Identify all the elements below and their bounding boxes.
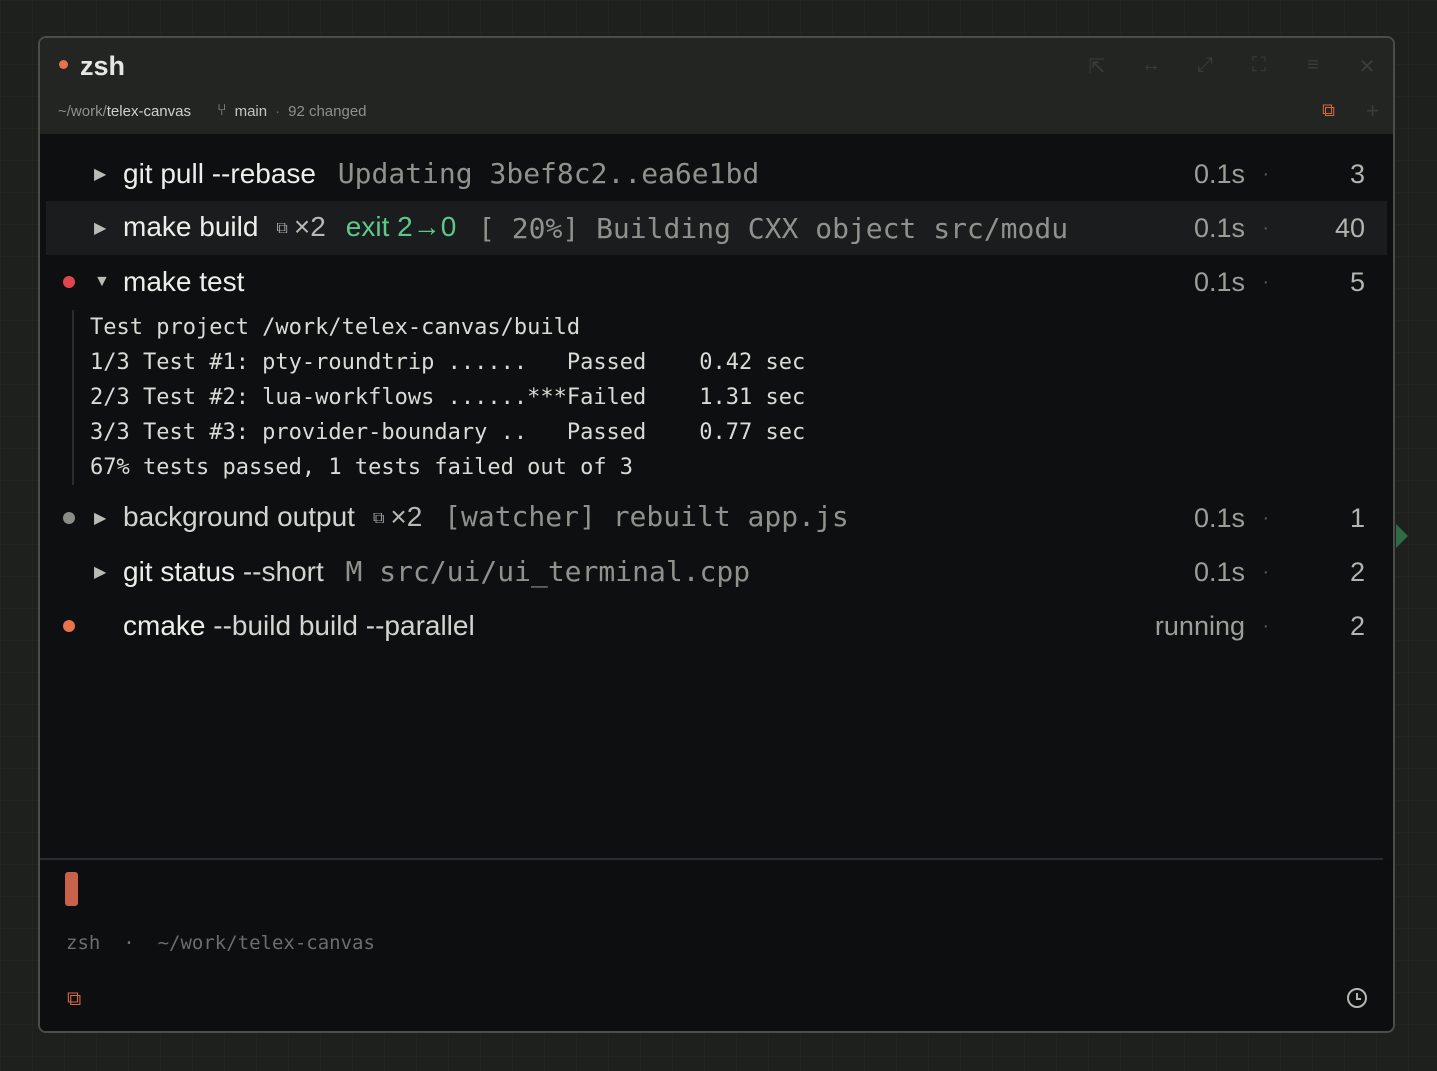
- window-controls: ⇱ ↔ ⤢ ⛶ ≡ ✕: [1085, 54, 1379, 79]
- output-preview: Updating 3bef8c2..ea6e1bd: [337, 157, 760, 190]
- prompt-info: zsh · ~/work/telex-canvas: [66, 932, 375, 954]
- command-text: git status: [123, 556, 236, 587]
- run-status: running: [1154, 610, 1245, 641]
- command-text: cmake: [123, 610, 206, 641]
- collapse-arrow-icon[interactable]: ▼: [94, 273, 110, 291]
- duration: 0.1s: [1193, 502, 1245, 533]
- output-line: 3/3 Test #3: provider-boundary .. Passed…: [90, 420, 806, 445]
- exit-status: exit 2→0: [345, 211, 457, 242]
- repeat-count: ×2: [293, 211, 326, 242]
- history-clock-icon[interactable]: [1347, 988, 1367, 1008]
- command-text: background output: [123, 501, 355, 532]
- prompt-cwd: ~/work/telex-canvas: [157, 932, 375, 954]
- path-prefix: ~/work/: [58, 102, 107, 120]
- command-text: make test: [123, 266, 245, 297]
- separator: ·: [123, 932, 135, 954]
- command-text: make build: [123, 211, 259, 242]
- duration: 0.1s: [1193, 556, 1245, 587]
- failed-status-dot: [63, 276, 75, 288]
- command-row[interactable]: ▶ git pull --rebase Updating 3bef8c2..ea…: [46, 147, 1387, 201]
- path-name[interactable]: telex-canvas: [107, 103, 191, 120]
- output-line: 67% tests passed, 1 tests failed out of …: [90, 455, 634, 480]
- expand-arrow-icon[interactable]: ▶: [94, 562, 106, 582]
- expand-arrow-icon[interactable]: ▶: [94, 218, 106, 238]
- shell-name: zsh: [66, 932, 101, 954]
- line-count: 40: [1334, 212, 1365, 243]
- duplicate-icon: ⧉: [276, 220, 288, 237]
- output-line: 1/3 Test #1: pty-roundtrip ...... Passed…: [90, 350, 806, 375]
- line-count: 2: [1349, 556, 1365, 587]
- terminal-window: zsh ⇱ ↔ ⤢ ⛶ ≡ ✕ ~/work/telex-canvas ⑂ ma…: [38, 36, 1395, 1033]
- separator: ·: [275, 102, 281, 120]
- prompt-input-area[interactable]: zsh · ~/work/telex-canvas ⧉: [40, 860, 1393, 1031]
- line-count: 2: [1349, 610, 1365, 641]
- split-icon[interactable]: ↔: [1139, 54, 1163, 79]
- command-row[interactable]: ▶ git status --short M src/ui/ui_termina…: [46, 545, 1387, 599]
- window-title: zsh: [80, 51, 126, 81]
- command-text: git pull --rebase: [123, 158, 316, 189]
- branch-name[interactable]: main: [235, 103, 268, 120]
- line-count: 1: [1349, 502, 1365, 533]
- title-status-dot: [59, 60, 68, 69]
- command-args: --build build --parallel: [213, 610, 475, 641]
- menu-icon[interactable]: ≡: [1301, 54, 1325, 79]
- output-preview: [ 20%] Building CXX object src/modu: [478, 213, 1069, 245]
- changed-count: 92 changed: [288, 102, 367, 120]
- expand-arrow-icon[interactable]: ▶: [94, 508, 106, 528]
- command-row[interactable]: cmake --build build --parallel running ·…: [46, 599, 1387, 653]
- line-count: 3: [1349, 158, 1365, 189]
- command-output: Test project /work/telex-canvas/build 1/…: [72, 310, 805, 485]
- repeat-count: ×2: [390, 501, 423, 532]
- link-icon[interactable]: ⧉: [1322, 100, 1335, 121]
- side-tab-handle[interactable]: [1396, 524, 1408, 548]
- output-line: Test project /work/telex-canvas/build: [90, 315, 581, 340]
- input-cursor[interactable]: [65, 872, 78, 906]
- background-status-dot: [63, 512, 75, 524]
- title-bar: zsh ⇱ ↔ ⤢ ⛶ ≡ ✕ ~/work/telex-canvas ⑂ ma…: [40, 38, 1393, 134]
- running-status-dot: [63, 620, 75, 632]
- duplicate-icon: ⧉: [372, 510, 385, 527]
- duration: 0.1s: [1193, 158, 1245, 189]
- duration: 0.1s: [1193, 266, 1245, 297]
- close-icon[interactable]: ✕: [1355, 54, 1379, 79]
- command-row[interactable]: ▼ make test 0.1s · 5: [46, 255, 1387, 309]
- output-preview: [watcher] rebuilt app.js: [444, 500, 849, 533]
- command-args: --short: [242, 556, 324, 587]
- pin-icon[interactable]: ⇱: [1085, 54, 1109, 79]
- line-count: 5: [1349, 266, 1365, 297]
- link-icon[interactable]: ⧉: [67, 988, 81, 1011]
- fullscreen-icon[interactable]: ⛶: [1247, 54, 1271, 79]
- command-row[interactable]: ▶ background output ⧉ ×2 [watcher] rebuilt…: [46, 491, 1387, 545]
- expand-icon[interactable]: ⤢: [1193, 54, 1217, 79]
- git-branch-icon: ⑂: [216, 102, 227, 119]
- add-icon[interactable]: +: [1366, 98, 1379, 124]
- path-breadcrumb: ~/work/telex-canvas ⑂ main · 92 changed: [58, 102, 367, 120]
- output-line: 2/3 Test #2: lua-workflows ......***Fail…: [90, 385, 806, 410]
- expand-arrow-icon[interactable]: ▶: [94, 164, 106, 184]
- output-preview: M src/ui/ui_terminal.cpp: [345, 555, 751, 588]
- command-row[interactable]: ▶ make build ⧉ ×2 exit 2→0 [ 20%] Building …: [46, 201, 1387, 255]
- duration: 0.1s: [1193, 212, 1245, 243]
